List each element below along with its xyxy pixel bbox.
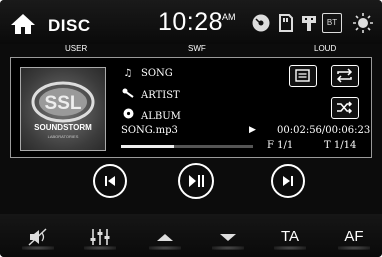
equalizer-button[interactable]: [80, 224, 120, 250]
repeat-button[interactable]: [331, 65, 359, 87]
next-button[interactable]: [271, 164, 305, 198]
play-pause-button[interactable]: [178, 163, 214, 199]
shuffle-icon: [337, 101, 353, 114]
clock-ampm: AM: [222, 12, 236, 22]
artist-row: ARTIST: [121, 88, 180, 101]
ta-label: TA: [280, 228, 300, 245]
album-cover: SSL SOUNDSTORM LABORATORIES: [20, 67, 106, 151]
mute-icon: [28, 228, 47, 246]
bottom-bar: TA AF: [0, 214, 382, 257]
previous-icon: [105, 176, 115, 186]
folder-counter: F 1/1: [267, 140, 294, 151]
volume-down-icon: [220, 234, 236, 241]
play-small-icon: ▶: [249, 125, 256, 135]
brightness-icon[interactable]: [352, 12, 374, 34]
now-playing-panel: SSL SOUNDSTORM LABORATORIES ♫ SONG ARTIST…: [10, 57, 372, 158]
previous-button[interactable]: [93, 164, 127, 198]
clock-time: 10:28: [158, 8, 224, 36]
file-name: SONG.mp3: [121, 125, 178, 136]
head-unit-screen: DISC 10:28 AM BT USER SWF LOUD SSL SOUND…: [0, 0, 382, 257]
home-icon[interactable]: [10, 13, 36, 35]
user-mode-label[interactable]: USER: [65, 44, 87, 53]
sd-card-icon: [279, 14, 293, 32]
album-name: ALBUM: [141, 111, 181, 122]
volume-up-button[interactable]: [145, 224, 185, 250]
svg-text:SSL: SSL: [45, 93, 82, 114]
disc-icon: [252, 14, 270, 32]
af-label: AF: [344, 228, 364, 245]
usb-icon: [302, 16, 316, 31]
album-disc-icon: [121, 108, 135, 122]
artist-name: ARTIST: [141, 90, 180, 101]
svg-text:LABORATORIES: LABORATORIES: [48, 134, 79, 139]
loud-mode-label[interactable]: LOUD: [314, 44, 336, 53]
play-pause-icon: [189, 175, 204, 187]
top-bar: DISC 10:28 AM BT: [0, 0, 382, 44]
swf-mode-label[interactable]: SWF: [188, 44, 206, 53]
elapsed-total-time: 00:02:56/00:06:23: [277, 125, 371, 136]
progress-fill: [121, 145, 174, 148]
track-counter: T 1/14: [324, 140, 357, 151]
transport-controls: [0, 163, 382, 208]
volume-up-icon: [157, 234, 173, 241]
shuffle-button[interactable]: [331, 97, 359, 119]
ta-button[interactable]: TA: [270, 224, 310, 250]
af-button[interactable]: AF: [334, 224, 374, 250]
bt-icon: BT: [322, 13, 342, 33]
svg-text:SOUNDSTORM: SOUNDSTORM: [34, 123, 92, 132]
sound-mode-labels: USER SWF LOUD: [0, 44, 382, 56]
ssl-logo: SSL SOUNDSTORM LABORATORIES: [31, 81, 95, 139]
album-row: ALBUM: [121, 108, 181, 122]
microphone-icon: [121, 88, 135, 101]
song-row: ♫ SONG: [121, 68, 173, 79]
next-icon: [283, 176, 293, 186]
source-label: DISC: [48, 16, 91, 35]
equalizer-icon: [90, 229, 110, 245]
song-title: SONG: [141, 68, 173, 79]
mute-button[interactable]: [18, 224, 58, 250]
progress-bar[interactable]: [121, 145, 253, 148]
repeat-icon: [336, 68, 353, 83]
volume-down-button[interactable]: [208, 224, 248, 250]
list-button[interactable]: [289, 65, 317, 87]
music-note-icon: ♫: [123, 68, 133, 79]
list-icon: [295, 69, 310, 82]
